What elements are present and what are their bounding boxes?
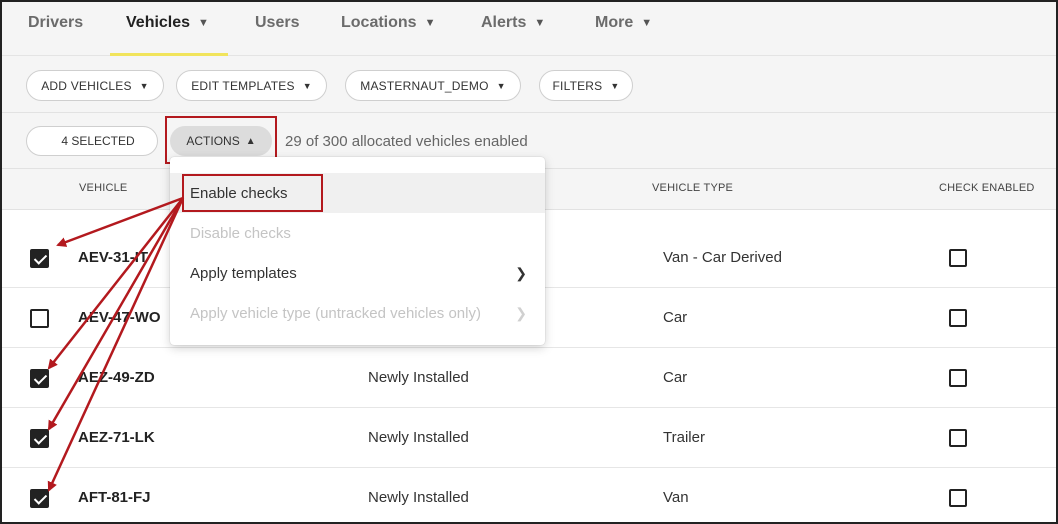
allocated-vehicles-text: 29 of 300 allocated vehicles enabled bbox=[285, 133, 528, 150]
table-row[interactable]: AEZ-71-LK Newly Installed Trailer bbox=[2, 408, 1056, 468]
check-enabled-checkbox[interactable] bbox=[949, 429, 967, 447]
filters-label: FILTERS bbox=[552, 78, 603, 93]
edit-templates-button[interactable]: EDIT TEMPLATES ▼ bbox=[176, 70, 327, 101]
vehicle-status: Newly Installed bbox=[368, 369, 469, 386]
row-select-checkbox[interactable] bbox=[30, 309, 49, 328]
vehicle-registration[interactable]: AEV-47-WO bbox=[78, 309, 161, 326]
chevron-down-icon: ▼ bbox=[534, 17, 546, 29]
column-header-vehicle-type[interactable]: VEHICLE TYPE bbox=[652, 182, 733, 194]
nav-tab-drivers[interactable]: Drivers bbox=[28, 14, 83, 54]
row-select-checkbox[interactable] bbox=[30, 489, 49, 508]
top-navigation: Drivers Vehicles ▼ Users Locations ▼ Ale… bbox=[2, 2, 1056, 56]
row-select-checkbox[interactable] bbox=[30, 249, 49, 268]
selected-count-label: 4 SELECTED bbox=[61, 134, 135, 148]
account-select-button[interactable]: MASTERNAUT_DEMO ▼ bbox=[345, 70, 521, 101]
chevron-down-icon: ▼ bbox=[610, 80, 620, 91]
edit-templates-label: EDIT TEMPLATES bbox=[191, 78, 295, 93]
chevron-down-icon: ▼ bbox=[139, 80, 149, 91]
nav-tab-label: Users bbox=[255, 14, 300, 31]
vehicle-type: Van bbox=[663, 489, 689, 506]
chevron-down-icon: ▼ bbox=[641, 17, 653, 29]
column-header-check-enabled[interactable]: CHECK ENABLED bbox=[939, 182, 1035, 194]
nav-tab-locations[interactable]: Locations ▼ bbox=[341, 14, 435, 54]
vehicle-registration[interactable]: AEZ-49-ZD bbox=[78, 369, 155, 386]
nav-tab-label: Alerts bbox=[481, 14, 527, 31]
menu-item-apply-templates[interactable]: Apply templates ❯ bbox=[170, 253, 545, 293]
row-select-checkbox[interactable] bbox=[30, 429, 49, 448]
chevron-down-icon: ▼ bbox=[198, 17, 209, 29]
toolbar: ADD VEHICLES ▼ EDIT TEMPLATES ▼ MASTERNA… bbox=[2, 56, 1056, 113]
vehicle-type: Car bbox=[663, 309, 688, 326]
vehicle-status: Newly Installed bbox=[368, 489, 469, 506]
chevron-down-icon: ▼ bbox=[496, 80, 506, 91]
vehicle-status: Newly Installed bbox=[368, 429, 469, 446]
filters-button[interactable]: FILTERS ▼ bbox=[539, 70, 633, 101]
nav-tab-more[interactable]: More ▼ bbox=[595, 14, 652, 54]
nav-tab-alerts[interactable]: Alerts ▼ bbox=[481, 14, 545, 54]
vehicle-registration[interactable]: AEV-31-IT bbox=[78, 249, 148, 266]
column-header-vehicle[interactable]: VEHICLE bbox=[79, 182, 127, 194]
menu-item-label: Apply templates bbox=[190, 264, 297, 282]
table-row[interactable]: AEZ-49-ZD Newly Installed Car bbox=[2, 348, 1056, 408]
menu-item-apply-vehicle-type: Apply vehicle type (untracked vehicles o… bbox=[170, 293, 545, 333]
menu-item-label: Apply vehicle type (untracked vehicles o… bbox=[190, 304, 481, 322]
check-enabled-checkbox[interactable] bbox=[949, 369, 967, 387]
add-vehicles-label: ADD VEHICLES bbox=[41, 78, 132, 93]
enable-checks-highlight-box bbox=[182, 174, 323, 212]
menu-item-label: Disable checks bbox=[190, 224, 291, 242]
nav-tab-label: Locations bbox=[341, 14, 417, 31]
chevron-down-icon: ▼ bbox=[302, 80, 312, 91]
account-label: MASTERNAUT_DEMO bbox=[360, 78, 489, 93]
nav-tab-label: Vehicles bbox=[126, 14, 191, 31]
vehicle-registration[interactable]: AEZ-71-LK bbox=[78, 429, 155, 446]
chevron-right-icon: ❯ bbox=[515, 304, 527, 321]
selected-count-pill[interactable]: 4 SELECTED bbox=[26, 126, 158, 156]
chevron-right-icon: ❯ bbox=[515, 264, 527, 281]
vehicle-type: Trailer bbox=[663, 429, 705, 446]
row-select-checkbox[interactable] bbox=[30, 369, 49, 388]
app-frame: Drivers Vehicles ▼ Users Locations ▼ Ale… bbox=[0, 0, 1058, 524]
chevron-down-icon: ▼ bbox=[424, 17, 436, 29]
check-enabled-checkbox[interactable] bbox=[949, 489, 967, 507]
nav-tab-label: More bbox=[595, 14, 634, 31]
check-enabled-checkbox[interactable] bbox=[949, 249, 967, 267]
nav-tab-label: Drivers bbox=[28, 14, 84, 31]
vehicle-type: Van - Car Derived bbox=[663, 249, 782, 266]
vehicle-type: Car bbox=[663, 369, 688, 386]
nav-tab-users[interactable]: Users bbox=[255, 14, 299, 54]
vehicle-registration[interactable]: AFT-81-FJ bbox=[78, 489, 151, 506]
add-vehicles-button[interactable]: ADD VEHICLES ▼ bbox=[26, 70, 164, 101]
menu-item-disable-checks: Disable checks bbox=[170, 213, 545, 253]
check-enabled-checkbox[interactable] bbox=[949, 309, 967, 327]
nav-tab-vehicles[interactable]: Vehicles ▼ bbox=[126, 14, 209, 54]
table-row[interactable]: AFT-81-FJ Newly Installed Van bbox=[2, 468, 1056, 522]
